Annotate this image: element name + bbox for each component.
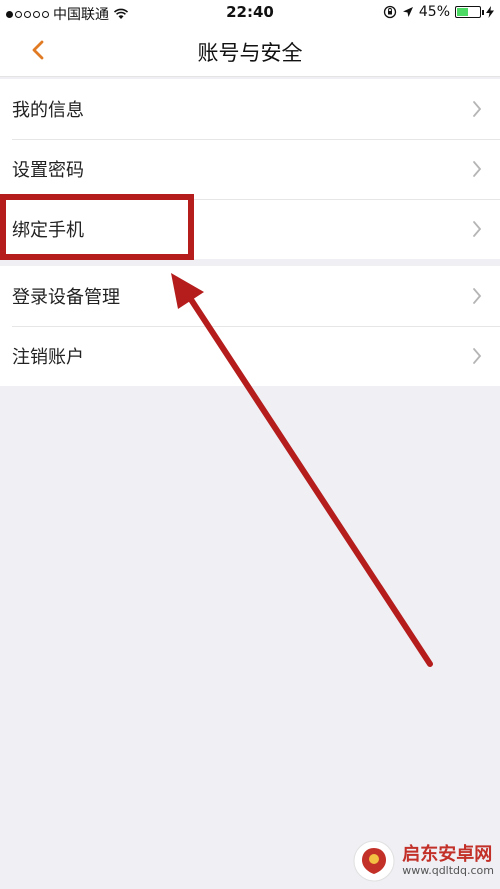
status-bar: 中国联通 22:40 45%: [0, 0, 500, 26]
menu-item-label: 登录设备管理: [12, 287, 120, 308]
menu-item-my-info[interactable]: 我的信息: [0, 79, 500, 139]
battery-percent: 45%: [418, 4, 450, 20]
location-arrow-icon: [402, 7, 413, 17]
watermark-text: 启东安卓网 www.qdltdq.com: [402, 845, 494, 877]
battery-icon: [455, 6, 484, 18]
menu-item-label: 设置密码: [12, 160, 84, 181]
section-divider: [0, 259, 500, 266]
chevron-right-icon: [473, 101, 482, 117]
menu-item-label: 我的信息: [12, 100, 84, 121]
navigation-bar: 账号与安全: [0, 26, 500, 77]
menu-item-set-password[interactable]: 设置密码: [0, 139, 500, 199]
charging-bolt-icon: [486, 6, 494, 18]
watermark-url: www.qdltdq.com: [402, 863, 494, 877]
menu-item-cancel-account[interactable]: 注销账户: [0, 326, 500, 386]
menu-item-label: 注销账户: [12, 347, 84, 368]
chevron-right-icon: [473, 288, 482, 304]
annotation-highlight-box: [0, 194, 194, 260]
watermark-logo-icon: [353, 840, 395, 882]
watermark-brand: 启东安卓网: [402, 844, 493, 866]
menu-group-device: 登录设备管理 注销账户: [0, 266, 500, 386]
chevron-right-icon: [473, 221, 482, 237]
menu-item-device-management[interactable]: 登录设备管理: [0, 266, 500, 326]
rotation-lock-icon: [383, 5, 397, 19]
chevron-right-icon: [473, 348, 482, 364]
page-title: 账号与安全: [197, 41, 303, 65]
chevron-right-icon: [473, 161, 482, 177]
status-right: 45%: [383, 4, 494, 20]
watermark: 启东安卓网 www.qdltdq.com: [352, 839, 494, 883]
